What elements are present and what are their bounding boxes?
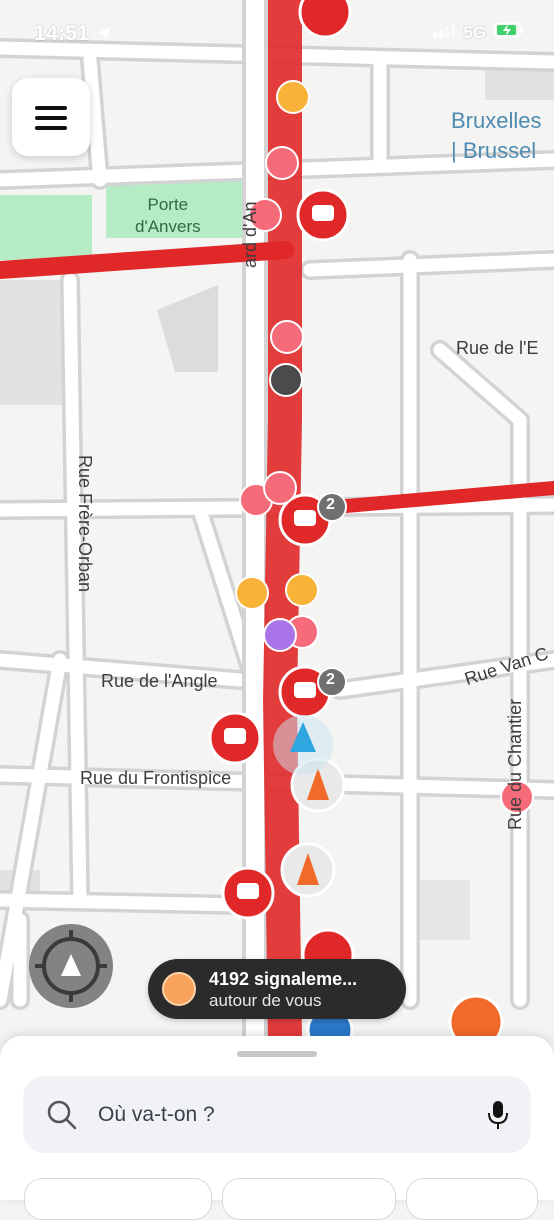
- city-label: Bruxelles | Brussel: [451, 106, 541, 166]
- wazer-avatar-icon: [263, 618, 297, 652]
- place-label-line2: d'Anvers: [135, 217, 201, 236]
- city-label-line1: Bruxelles: [451, 108, 542, 133]
- status-bar: 14:51 5G: [0, 0, 554, 70]
- sheet-grabber[interactable]: [237, 1051, 317, 1057]
- park-area: [0, 195, 92, 260]
- traffic-jam-icon: [221, 866, 275, 920]
- place-label-porte-anvers: Porte d'Anvers: [135, 194, 201, 238]
- reports-subtitle: autour de vous: [209, 991, 322, 1010]
- search-bar[interactable]: Où va-t-on ?: [23, 1076, 531, 1153]
- wazer-avatar-icon: [276, 80, 310, 114]
- location-arrow-icon: [96, 26, 112, 42]
- wazer-avatar-icon: [270, 320, 304, 354]
- navigation-arrow-icon: [273, 715, 333, 775]
- battery-charging-icon: [494, 22, 524, 43]
- wazer-avatar-icon: [235, 576, 269, 610]
- signal-bars-icon: [433, 23, 456, 43]
- wazer-avatar-icon: [263, 471, 297, 505]
- status-time: 14:51: [34, 22, 90, 45]
- shortcut-card[interactable]: [222, 1178, 396, 1220]
- search-input[interactable]: Où va-t-on ?: [98, 1103, 215, 1127]
- wazer-avatar-icon: [269, 363, 303, 397]
- street-label-boulevard: ard d'An: [240, 201, 260, 268]
- place-label-line1: Porte: [147, 195, 189, 214]
- street-label-rue-angle: Rue de l'Angle: [101, 671, 218, 691]
- street-label-rue-frere-orban: Rue Frère-Orban: [75, 455, 95, 593]
- traffic-jam-icon: [296, 188, 350, 242]
- nearby-reports-pill[interactable]: 4192 signaleme... autour de vous: [148, 959, 406, 1019]
- street-label-rue-e: Rue de l'E: [456, 338, 539, 358]
- city-label-line2: | Brussel: [451, 138, 537, 163]
- microphone-icon[interactable]: [487, 1100, 509, 1130]
- menu-button[interactable]: [12, 78, 90, 156]
- wazer-avatar-icon: [285, 573, 319, 607]
- traffic-jam-icon: [208, 711, 262, 765]
- shortcut-card[interactable]: [406, 1178, 538, 1220]
- recenter-button[interactable]: [29, 924, 113, 1008]
- status-indicators: 5G: [433, 22, 524, 43]
- shortcut-card[interactable]: [24, 1178, 212, 1220]
- construction-cone-icon: [280, 842, 336, 898]
- report-badge-count: 2: [326, 671, 335, 688]
- map-canvas[interactable]: [0, 0, 554, 1200]
- network-type: 5G: [463, 22, 486, 42]
- reports-avatar-icon: [162, 972, 196, 1006]
- bottom-sheet[interactable]: Où va-t-on ?: [0, 1036, 554, 1220]
- street-label-rue-frontispice: Rue du Frontispice: [80, 768, 232, 788]
- wazer-avatar-icon: [265, 146, 299, 180]
- search-icon: [47, 1100, 77, 1130]
- reports-count: 4192 signaleme...: [209, 969, 358, 989]
- street-label-rue-chantier: Rue du Chantier: [505, 698, 525, 830]
- report-badge-count: 2: [326, 496, 335, 513]
- recenter-crosshair-icon: [35, 930, 107, 1002]
